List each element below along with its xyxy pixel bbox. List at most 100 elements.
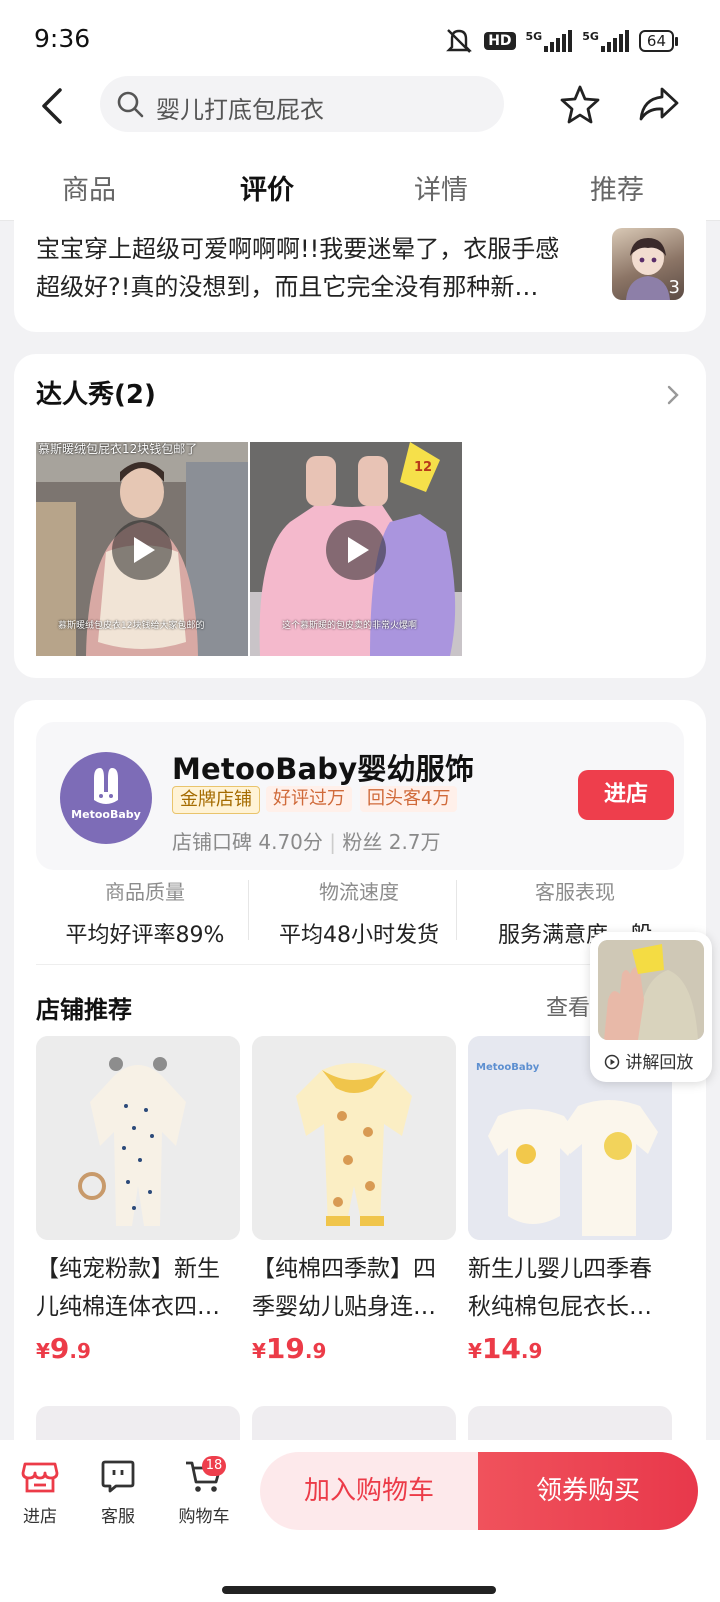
play-button[interactable]	[112, 520, 172, 580]
play-button[interactable]	[326, 520, 386, 580]
status-icons: HD 5G 5G 64	[444, 26, 678, 56]
product-image[interactable]	[252, 1036, 456, 1240]
store-icon	[21, 1462, 59, 1493]
shop-logo-text: MetooBaby	[71, 808, 141, 821]
shop-rating: 店铺口碑 4.70分	[172, 830, 323, 854]
add-to-cart-button[interactable]: 加入购物车	[260, 1452, 478, 1530]
metric-divider	[248, 880, 249, 940]
badge-gold-store: 金牌店铺	[172, 786, 260, 814]
shop-info[interactable]: MetooBaby MetooBaby婴幼服饰 金牌店铺 好评过万 回头客4万 …	[36, 722, 684, 870]
expert-video-2[interactable]: 12 这个慕斯暖的包皮卖的非常火爆啊	[250, 442, 462, 656]
store-recommend-title: 店铺推荐	[36, 996, 132, 1024]
metric-label: 客服表现	[535, 880, 615, 904]
expert-show-card: 达人秀(2) 慕斯暖绒包屁衣12块钱包邮了 慕斯暖绒包皮衣12块钱给大家包邮的	[14, 354, 706, 678]
play-icon	[348, 537, 369, 563]
replay-image	[598, 940, 704, 1040]
home-indicator[interactable]	[222, 1586, 496, 1594]
signal-icon-1: 5G	[526, 30, 573, 52]
review-image[interactable]: 3	[612, 228, 684, 300]
review-card[interactable]: 宝宝穿上超级可爱啊啊啊!!我要迷晕了，衣服手感超级好?!真的没想到，而且它完全没…	[14, 206, 706, 332]
share-icon[interactable]	[638, 86, 680, 122]
battery-icon: 64	[638, 30, 678, 52]
signal-icon-2: 5G	[582, 30, 629, 52]
play-circle-icon	[604, 1054, 620, 1070]
review-text: 宝宝穿上超级可爱啊啊啊!!我要迷晕了，衣服手感超级好?!真的没想到，而且它完全没…	[36, 235, 560, 301]
metric-logistics: 物流速度 平均48小时发货	[254, 876, 464, 949]
replay-thumbnail[interactable]	[598, 940, 704, 1040]
tab-goods[interactable]: 商品	[62, 168, 116, 207]
meta-divider: |	[329, 830, 343, 854]
product-card[interactable]: MetooBaby 新生儿婴儿四季春秋纯棉包屁衣长… ¥14.9	[468, 1036, 672, 1365]
badge-repeat-customers: 回头客4万	[360, 786, 458, 812]
price-symbol: ¥	[468, 1339, 482, 1363]
cart-nav-label: 购物车	[178, 1507, 230, 1527]
mute-icon	[446, 29, 473, 53]
store-nav-button[interactable]: 进店	[8, 1458, 72, 1527]
romper-image	[36, 1036, 240, 1240]
price-integer: 14	[481, 1332, 521, 1365]
status-time: 9:36	[34, 24, 91, 53]
metric-divider	[456, 880, 457, 940]
price-decimal: .9	[520, 1339, 543, 1363]
live-replay-widget[interactable]: 讲解回放	[590, 932, 712, 1082]
tab-reviews[interactable]: 评价	[240, 168, 294, 207]
view-more-link[interactable]: 查看	[546, 990, 590, 1022]
hd-icon: HD	[484, 32, 516, 50]
shop-fans: 粉丝 2.7万	[342, 830, 441, 854]
search-text: 婴儿打底包屁衣	[156, 96, 324, 124]
enter-store-button[interactable]: 进店	[578, 770, 674, 820]
product-price: ¥9.9	[36, 1332, 240, 1365]
expert-video-1[interactable]: 慕斯暖绒包屁衣12块钱包邮了 慕斯暖绒包皮衣12块钱给大家包邮的	[36, 442, 248, 656]
buy-with-coupon-button[interactable]: 领券购买	[478, 1452, 698, 1530]
rabbit-logo-icon	[94, 768, 118, 804]
metric-value: 平均好评率89%	[65, 923, 225, 948]
shop-name[interactable]: MetooBaby婴幼服饰	[172, 746, 474, 788]
romper-image	[252, 1036, 456, 1240]
product-name: 【纯棉四季款】四季婴幼儿贴身连…	[252, 1256, 436, 1320]
chevron-right-icon[interactable]	[666, 384, 680, 406]
search-bar[interactable]: 婴儿打底包屁衣	[100, 76, 504, 132]
metric-label: 商品质量	[105, 880, 185, 904]
store-nav-label: 进店	[23, 1507, 57, 1527]
metric-label: 物流速度	[319, 880, 399, 904]
product-card[interactable]: 【纯宠粉款】新生儿纯棉连体衣四… ¥9.9	[36, 1036, 240, 1365]
customer-service-button[interactable]: 客服	[86, 1458, 150, 1527]
cart-count-badge: 18	[202, 1456, 226, 1476]
bottom-action-bar: 进店 客服 购物车 18 加入购物车 领券购买	[0, 1440, 720, 1602]
back-icon[interactable]	[36, 86, 70, 126]
price-symbol: ¥	[252, 1339, 266, 1363]
video-caption-bottom: 慕斯暖绒包皮衣12块钱给大家包邮的	[58, 621, 205, 631]
star-icon[interactable]	[560, 84, 600, 124]
image-count: 3	[668, 277, 680, 298]
video-caption-top: 慕斯暖绒包屁衣12块钱包邮了	[38, 442, 198, 456]
product-card[interactable]: 【纯棉四季款】四季婴幼儿贴身连… ¥19.9	[252, 1036, 456, 1365]
customer-service-label: 客服	[101, 1507, 135, 1527]
chat-icon	[101, 1460, 135, 1493]
price-integer: 19	[265, 1332, 305, 1365]
replay-label: 讲解回放	[625, 1053, 694, 1073]
price-decimal: .9	[69, 1339, 91, 1363]
replay-label-row: 讲解回放	[604, 1048, 693, 1073]
expert-show-title: 达人秀(2)	[36, 380, 156, 410]
brand-mark: MetooBaby	[476, 1062, 540, 1073]
product-price: ¥19.9	[252, 1332, 456, 1365]
divider	[36, 964, 684, 965]
play-icon	[134, 537, 155, 563]
metric-quality: 商品质量 平均好评率89%	[40, 876, 250, 949]
badge-reviews: 好评过万	[266, 786, 352, 812]
price-symbol: ¥	[36, 1339, 50, 1363]
price-integer: 9	[49, 1332, 70, 1365]
product-name: 【纯宠粉款】新生儿纯棉连体衣四…	[36, 1256, 220, 1320]
tab-recommend[interactable]: 推荐	[590, 168, 644, 207]
status-bar: 9:36 HD 5G 5G 64	[0, 0, 720, 78]
product-image[interactable]	[36, 1036, 240, 1240]
video-caption-bottom: 这个慕斯暖的包皮卖的非常火爆啊	[282, 621, 418, 631]
shop-meta: 店铺口碑 4.70分 | 粉丝 2.7万	[172, 826, 441, 855]
metric-value: 平均48小时发货	[279, 923, 439, 948]
product-name: 新生儿婴儿四季春秋纯棉包屁衣长…	[468, 1256, 652, 1320]
tab-details[interactable]: 详情	[414, 168, 468, 207]
shop-logo[interactable]: MetooBaby	[60, 752, 152, 844]
product-price: ¥14.9	[468, 1332, 672, 1365]
search-icon	[117, 91, 144, 118]
price-decimal: .9	[304, 1339, 327, 1363]
